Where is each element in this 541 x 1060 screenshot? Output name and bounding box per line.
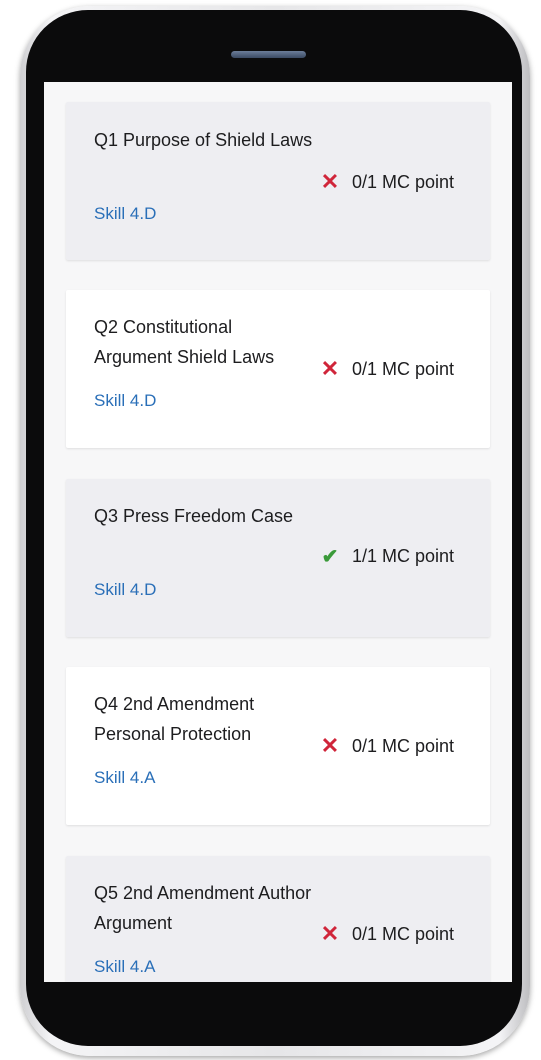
skill-link[interactable]: Skill 4.D: [94, 204, 156, 224]
question-title[interactable]: Q4 2nd Amendment Personal Protection: [94, 689, 314, 749]
score-status: ✕ 0/1 MC point: [320, 358, 454, 380]
question-title[interactable]: Q1 Purpose of Shield Laws: [94, 125, 314, 155]
skill-link[interactable]: Skill 4.A: [94, 768, 155, 788]
results-screen[interactable]: Q1 Purpose of Shield Laws Skill 4.D ✕ 0/…: [44, 82, 512, 982]
question-title[interactable]: Q2 Constitutional Argument Shield Laws: [94, 312, 314, 372]
skill-link[interactable]: Skill 4.D: [94, 391, 156, 411]
score-status: ✕ 0/1 MC point: [320, 171, 454, 193]
close-x-icon: ✕: [320, 733, 340, 758]
skill-link[interactable]: Skill 4.A: [94, 957, 155, 977]
score-status: ✕ 0/1 MC point: [320, 923, 454, 945]
close-x-icon: ✕: [320, 356, 340, 381]
question-card-q1[interactable]: Q1 Purpose of Shield Laws Skill 4.D ✕ 0/…: [66, 102, 490, 260]
score-status: ✕ 0/1 MC point: [320, 735, 454, 757]
close-x-icon: ✕: [320, 169, 340, 194]
score-text: 1/1 MC point: [352, 546, 455, 566]
close-x-icon: ✕: [320, 921, 340, 946]
question-card-q5[interactable]: Q5 2nd Amendment Author Argument Skill 4…: [66, 856, 490, 982]
checkmark-icon: ✔: [321, 545, 339, 568]
score-status: ✔ 1/1 MC point: [320, 546, 454, 567]
question-title[interactable]: Q5 2nd Amendment Author Argument: [94, 878, 314, 938]
skill-link[interactable]: Skill 4.D: [94, 580, 156, 600]
question-card-q2[interactable]: Q2 Constitutional Argument Shield Laws S…: [66, 290, 490, 448]
score-text: 0/1 MC point: [352, 923, 455, 944]
speaker-grille: [231, 51, 306, 58]
score-text: 0/1 MC point: [352, 735, 455, 756]
score-text: 0/1 MC point: [352, 171, 455, 192]
question-card-q3[interactable]: Q3 Press Freedom Case Skill 4.D ✔ 1/1 MC…: [66, 479, 490, 637]
phone-bottom-bezel: [44, 982, 512, 1046]
question-card-q4[interactable]: Q4 2nd Amendment Personal Protection Ski…: [66, 667, 490, 825]
score-text: 0/1 MC point: [352, 358, 455, 379]
question-title[interactable]: Q3 Press Freedom Case: [94, 501, 314, 531]
